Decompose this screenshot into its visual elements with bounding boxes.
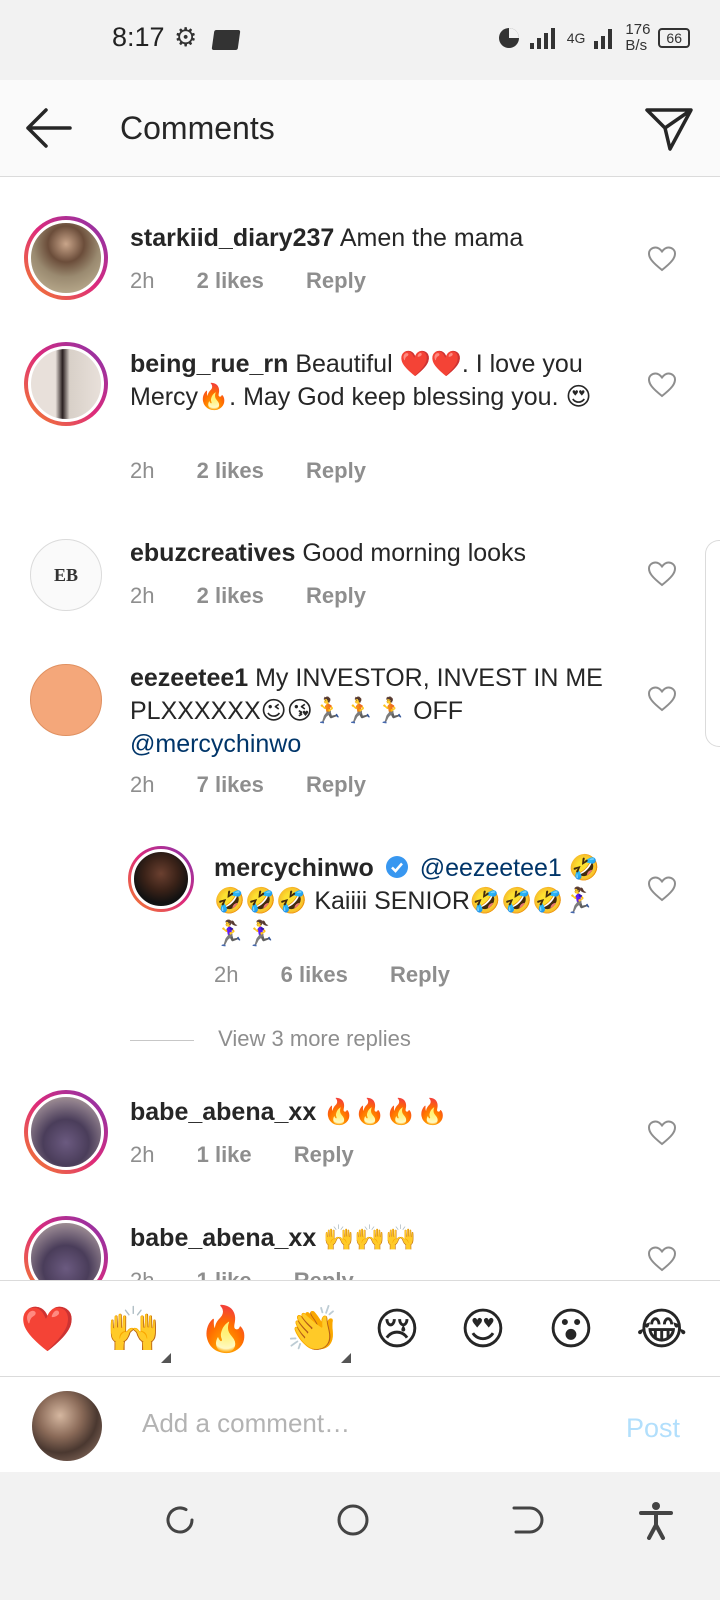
emoji-fire-button[interactable]: 🔥 [198,1305,253,1355]
network-type: 4G [566,30,586,46]
comment-composer: Post [0,1376,720,1473]
status-bar: 8:17 ⚙ 4G 176 B/s 66 [0,0,720,80]
status-indicators: 4G 176 B/s 66 [497,22,690,54]
home-icon[interactable] [333,1500,373,1540]
like-heart-icon[interactable] [648,561,676,587]
emoji-heart-eyes-button[interactable]: 😍 [460,1305,506,1355]
comment-username[interactable]: mercychinwo [214,854,374,882]
back-arrow-icon[interactable] [22,104,74,152]
comment-text: 🔥🔥🔥🔥 [323,1098,448,1126]
like-heart-icon[interactable] [648,1246,676,1272]
comment-time: 2h [130,458,155,483]
avatar[interactable] [30,664,102,736]
skin-tone-indicator [160,1353,171,1363]
comment-text: 🙌🙌🙌 [323,1224,417,1252]
comment-meta: 2h 1 like Reply [130,1142,390,1168]
ebuz-logo-icon: EB [53,564,78,585]
reply-button[interactable]: Reply [306,772,366,797]
comment-likes[interactable]: 6 likes [281,962,348,987]
comment-input[interactable] [140,1407,574,1440]
comment-mention[interactable]: @mercychinwo [130,730,301,758]
comment-time: 2h [130,583,155,608]
settings-gear-icon: ⚙ [174,22,198,52]
comment-likes[interactable]: 2 likes [197,268,264,293]
view-more-replies[interactable]: View 3 more replies [130,1026,530,1052]
comment-time: 2h [130,772,155,797]
avatar[interactable]: EB [30,539,102,611]
comment-time: 2h [130,268,155,293]
replies-divider [130,1039,194,1041]
skin-tone-indicator [340,1353,351,1363]
comment-likes[interactable]: 1 like [197,1142,252,1167]
net-speed: 176 B/s [625,21,651,54]
comment-time: 2h [214,962,239,987]
comment-likes[interactable]: 2 likes [197,583,264,608]
avatar[interactable] [128,846,194,912]
back-nav-icon[interactable] [506,1500,546,1540]
edge-panel-handle[interactable] [705,540,720,747]
comment-username[interactable]: being_rue_rn [130,350,288,378]
status-time: 8:17 [112,22,165,52]
comment-meta: 2h 2 likes Reply [130,268,402,294]
signal-icon-2 [594,29,613,49]
like-heart-icon[interactable] [648,686,676,712]
sim-card-icon [211,30,241,50]
comment-username[interactable]: starkiid_diary237 [130,224,334,252]
emoji-surprised-button[interactable]: 😮 [548,1305,594,1355]
comment-username[interactable]: eezeetee1 [130,664,248,692]
header: Comments [0,80,720,177]
reply-button[interactable]: Reply [306,268,366,293]
emoji-crying-button[interactable]: 😢 [374,1305,420,1355]
comment-meta: 2h 2 likes Reply [130,583,402,609]
accessibility-icon[interactable] [636,1500,676,1540]
comment-username[interactable]: babe_abena_xx [130,1224,316,1252]
comments-list[interactable]: starkiid_diary237 Amen the mama 2h 2 lik… [0,176,720,1306]
avatar[interactable] [24,1090,108,1174]
quick-emoji-bar: ❤️ 🙌 🔥 👏 😢 😍 😮 😂 [0,1280,720,1377]
comment-meta: 2h 2 likes Reply [130,458,402,484]
direct-send-icon[interactable] [644,104,694,152]
reply-button[interactable]: Reply [306,583,366,608]
comment-likes[interactable]: 7 likes [197,772,264,797]
recents-icon[interactable] [160,1500,200,1540]
like-heart-icon[interactable] [648,1120,676,1146]
like-heart-icon[interactable] [648,876,676,902]
like-heart-icon[interactable] [648,246,676,272]
post-button[interactable]: Post [626,1413,680,1444]
comment-username[interactable]: babe_abena_xx [130,1098,316,1126]
avatar[interactable] [24,216,108,300]
comment-meta: 2h 6 likes Reply [214,962,486,988]
emoji-raised-hands-button[interactable]: 🙌 [106,1305,171,1363]
emoji-clap-button[interactable]: 👏 [286,1305,351,1363]
verified-badge-icon [385,856,408,878]
comment-meta: 2h 7 likes Reply [130,772,402,798]
reply-button[interactable]: Reply [390,962,450,987]
avatar[interactable] [24,342,108,426]
reply-button[interactable]: Reply [294,1142,354,1167]
comment-time: 2h [130,1142,155,1167]
signal-icon [529,28,555,49]
comment-username[interactable]: ebuzcreatives [130,539,295,567]
like-heart-icon[interactable] [648,372,676,398]
data-saver-icon [498,28,519,48]
battery-icon: 66 [658,28,690,48]
reply-button[interactable]: Reply [306,458,366,483]
system-nav-bar [0,1472,720,1600]
current-user-avatar [32,1391,102,1461]
page-title: Comments [120,110,275,146]
comment-text: Good morning looks [302,539,527,567]
emoji-heart-button[interactable]: ❤️ [20,1305,75,1355]
comment-likes[interactable]: 2 likes [197,458,264,483]
comment-text: Amen the mama [339,224,524,252]
comment-mention[interactable]: @eezeetee1 [420,854,562,882]
emoji-laughing-button[interactable]: 😂 [636,1305,687,1355]
